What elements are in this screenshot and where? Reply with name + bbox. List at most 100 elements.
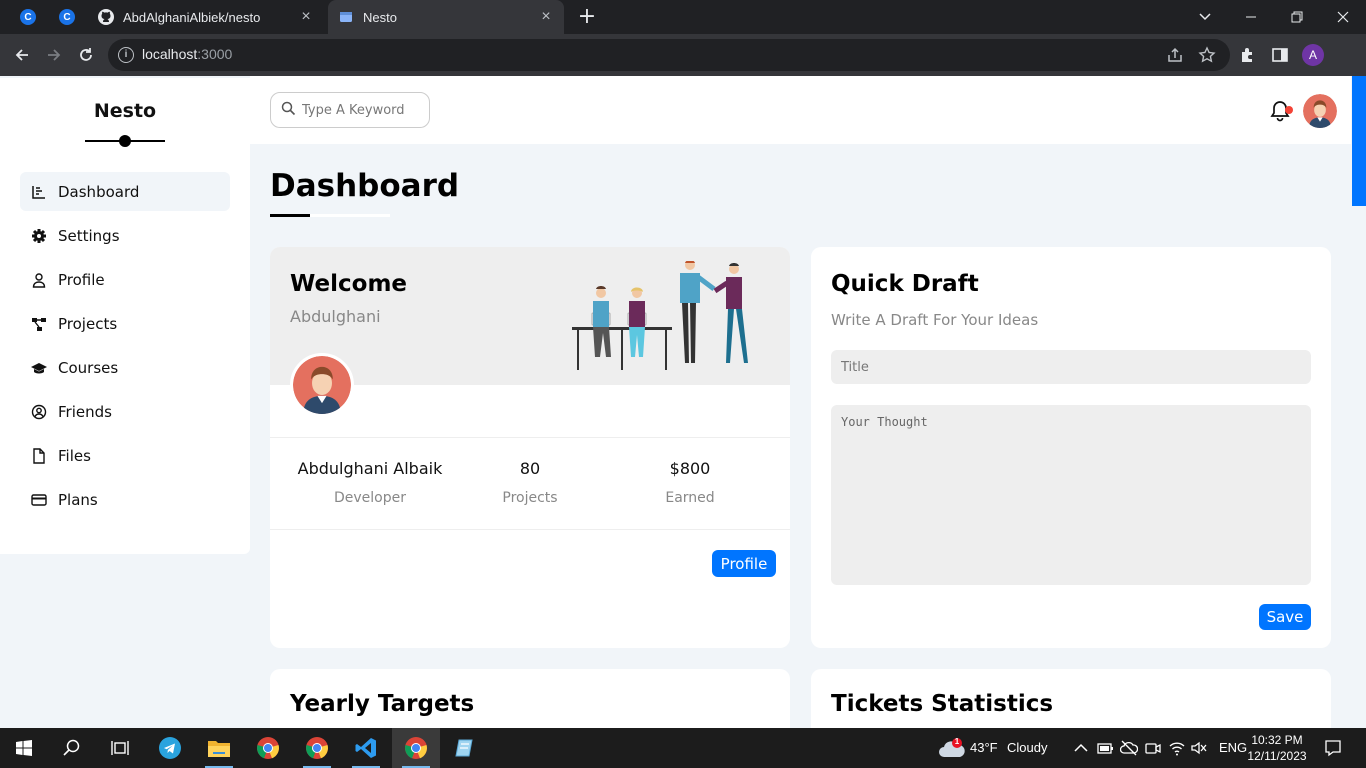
search-box[interactable] — [270, 92, 430, 128]
user-icon — [30, 271, 48, 289]
share-icon[interactable] — [1166, 46, 1184, 64]
page-title: Dashboard — [270, 168, 460, 204]
clock[interactable]: 10:32 PM 12/11/2023 — [1240, 732, 1314, 764]
draft-thought-textarea[interactable] — [831, 405, 1311, 585]
sidebar-item-profile[interactable]: Profile — [20, 260, 230, 299]
brand-divider-dot — [119, 135, 131, 147]
scrollbar-thumb[interactable] — [1352, 76, 1366, 206]
quick-draft-title: Quick Draft — [831, 271, 979, 297]
clock-date: 12/11/2023 — [1247, 749, 1307, 763]
pinned-tab-1[interactable]: C — [15, 5, 41, 29]
search-icon[interactable] — [48, 728, 96, 768]
divider — [270, 437, 790, 438]
sidebar-item-label: Settings — [58, 226, 120, 245]
wifi-icon[interactable] — [1168, 739, 1186, 757]
battery-icon[interactable] — [1096, 739, 1114, 757]
snipping-tool-icon[interactable] — [440, 728, 488, 768]
gear-icon — [30, 227, 48, 245]
yearly-targets-title: Yearly Targets — [290, 691, 475, 717]
page-icon — [338, 9, 354, 25]
team-illustration — [570, 260, 775, 376]
weather-cloud-icon[interactable]: 1 — [938, 737, 966, 759]
page-scrollbar[interactable] — [1351, 76, 1366, 728]
reload-icon[interactable] — [72, 42, 100, 68]
extensions-icon[interactable] — [1238, 45, 1258, 65]
graduation-cap-icon — [30, 359, 48, 377]
stat-projects: 80 Projects — [450, 459, 610, 506]
github-icon — [98, 9, 114, 25]
close-tab-icon[interactable]: × — [298, 8, 314, 26]
taskbar: 1 43°F Cloudy ENG 10:32 PM 12/11/2023 — [0, 728, 1366, 768]
tab-title: AbdAlghaniAlbiek/nesto — [123, 9, 261, 25]
tab-nesto[interactable]: Nesto × — [328, 0, 564, 34]
search-icon — [281, 101, 296, 120]
vscode-icon[interactable] — [342, 728, 390, 768]
sidebar-item-label: Projects — [58, 314, 118, 333]
quick-draft-card: Quick Draft Write A Draft For Your Ideas… — [811, 247, 1331, 648]
diagram-icon — [30, 315, 48, 333]
profile-avatar[interactable]: A — [1302, 44, 1324, 66]
sidebar-item-friends[interactable]: Friends — [20, 392, 230, 431]
pinned-tab-2[interactable]: C — [54, 5, 80, 29]
chevron-up-icon[interactable] — [1072, 739, 1090, 757]
stat-value: $800 — [669, 459, 711, 478]
draft-title-input[interactable] — [831, 350, 1311, 384]
chrome-icon[interactable] — [244, 728, 292, 768]
forward-icon[interactable] — [40, 42, 68, 68]
file-icon — [30, 447, 48, 465]
task-view-icon[interactable] — [96, 728, 144, 768]
tab-search-icon[interactable] — [1182, 0, 1228, 34]
sidebar-item-plans[interactable]: Plans — [20, 480, 230, 519]
tab-github-repo[interactable]: AbdAlghaniAlbiek/nesto × — [88, 0, 324, 34]
close-tab-icon[interactable]: × — [538, 8, 554, 26]
new-tab-button[interactable]: + — [574, 5, 600, 29]
minimize-icon[interactable] — [1228, 0, 1274, 34]
chrome-profile-icon[interactable] — [293, 728, 341, 768]
cloud-off-icon[interactable] — [1119, 739, 1139, 757]
stat-value: Abdulghani Albaik — [297, 459, 443, 478]
site-info-icon[interactable]: i — [118, 47, 134, 63]
volume-muted-icon[interactable] — [1190, 739, 1208, 757]
save-button[interactable]: Save — [1259, 604, 1311, 630]
notifications-icon[interactable] — [1324, 739, 1342, 757]
camera-icon[interactable] — [1144, 739, 1162, 757]
sidebar-item-dashboard[interactable]: Dashboard — [20, 172, 230, 211]
profile-button[interactable]: Profile — [712, 550, 776, 577]
tickets-statistics-card: Tickets Statistics — [811, 669, 1331, 728]
sidebar-item-files[interactable]: Files — [20, 436, 230, 475]
windows-start-icon[interactable] — [0, 728, 48, 768]
quick-draft-subtitle: Write A Draft For Your Ideas — [831, 311, 1039, 329]
welcome-subtitle: Abdulghani — [290, 307, 381, 326]
user-avatar[interactable] — [1303, 94, 1337, 128]
sidebar-item-label: Courses — [58, 358, 119, 377]
sidebar-item-settings[interactable]: Settings — [20, 216, 230, 255]
weather-desc[interactable]: Cloudy — [1007, 740, 1047, 755]
welcome-avatar — [290, 353, 354, 417]
stat-label: Projects — [502, 490, 558, 506]
bookmark-star-icon[interactable] — [1198, 46, 1216, 64]
page-header — [250, 76, 1351, 144]
tickets-statistics-title: Tickets Statistics — [831, 691, 1054, 717]
telegram-icon[interactable] — [146, 728, 194, 768]
sidebar-item-courses[interactable]: Courses — [20, 348, 230, 387]
sidebar-item-label: Plans — [58, 490, 98, 509]
sidebar-item-projects[interactable]: Projects — [20, 304, 230, 343]
weather-badge: 1 — [954, 737, 960, 746]
restore-icon[interactable] — [1274, 0, 1320, 34]
credit-card-icon — [30, 491, 48, 509]
divider — [270, 529, 790, 530]
brand-name: Nesto — [93, 100, 157, 122]
clock-time: 10:32 PM — [1251, 733, 1303, 747]
weather-temp[interactable]: 43°F — [970, 740, 998, 755]
side-panel-icon[interactable] — [1270, 45, 1290, 65]
circle-user-icon — [30, 403, 48, 421]
sidebar: Nesto Dashboard Settings Profile Project… — [0, 78, 250, 554]
search-input[interactable] — [302, 102, 422, 118]
stat-label: Developer — [333, 490, 406, 506]
chrome-active-icon[interactable] — [392, 728, 440, 768]
address-bar[interactable]: i localhost:3000 — [108, 39, 1230, 71]
back-icon[interactable] — [8, 42, 36, 68]
close-window-icon[interactable] — [1320, 0, 1366, 34]
file-explorer-icon[interactable] — [195, 728, 243, 768]
sidebar-item-label: Dashboard — [58, 182, 140, 201]
